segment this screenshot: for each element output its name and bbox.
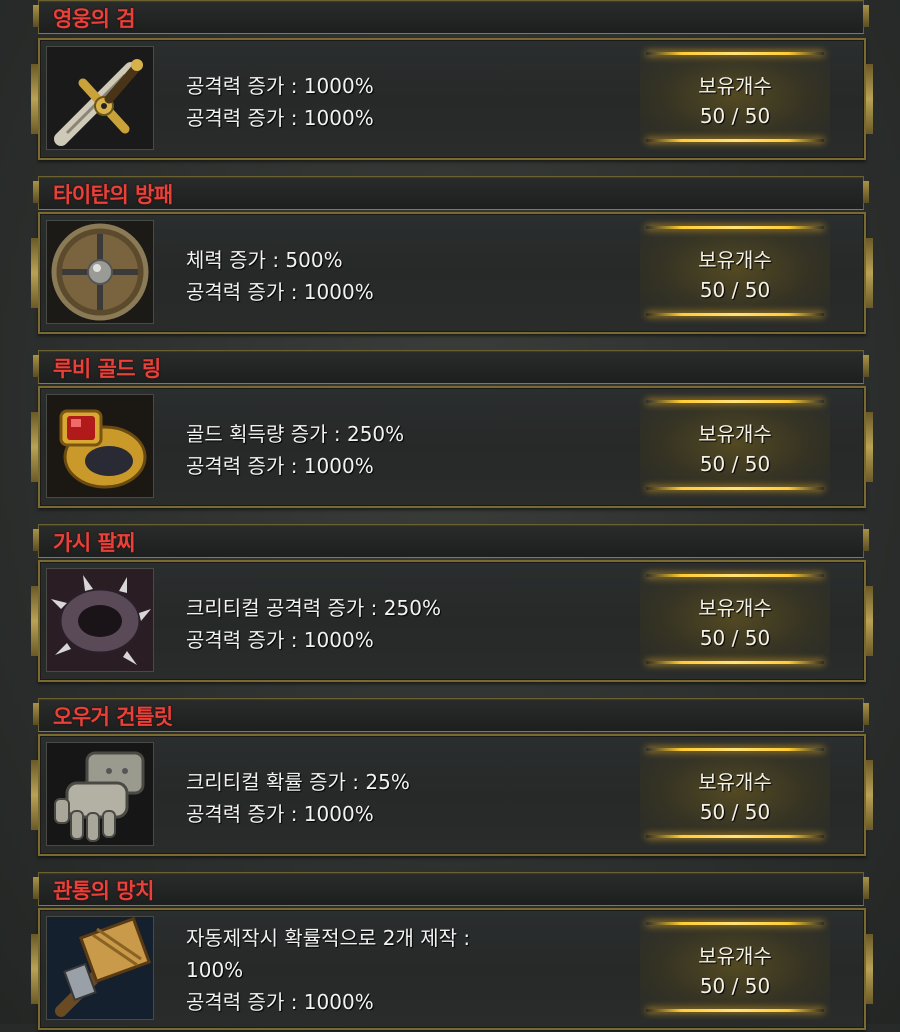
item-name: 관통의 망치 xyxy=(53,879,154,903)
item-stats: 크리티컬 확률 증가 : 25% 공격력 증가 : 1000% xyxy=(186,766,656,830)
equipment-item[interactable]: 영웅의 검 공격력 증가 : 1000% 공격력 증가 : 1000% 보유개수… xyxy=(31,0,873,162)
item-name: 영웅의 검 xyxy=(53,7,136,31)
ring-icon xyxy=(46,394,154,498)
item-title-bar: 영웅의 검 xyxy=(33,0,869,34)
stat-line: 공격력 증가 : 1000% xyxy=(186,74,374,98)
item-stats: 자동제작시 확률적으로 2개 제작 : 100% 공격력 증가 : 1000% xyxy=(186,922,656,1018)
owned-count-value: 50 / 50 xyxy=(699,974,771,998)
stat-line: 크리티컬 공격력 증가 : 250% xyxy=(186,596,441,620)
item-title-bar: 루비 골드 링 xyxy=(33,350,869,384)
owned-count-label: 보유개수 xyxy=(698,74,772,98)
owned-count-box: 보유개수 50 / 50 xyxy=(640,744,830,840)
shield-icon xyxy=(46,220,154,324)
owned-count-box: 보유개수 50 / 50 xyxy=(640,48,830,144)
owned-count-box: 보유개수 50 / 50 xyxy=(640,396,830,492)
gauntlet-icon xyxy=(46,742,154,846)
item-panel: 공격력 증가 : 1000% 공격력 증가 : 1000% 보유개수 50 / … xyxy=(31,38,873,160)
owned-count-label: 보유개수 xyxy=(698,596,772,620)
stat-line: 골드 획득량 증가 : 250% xyxy=(186,422,405,446)
item-panel: 체력 증가 : 500% 공격력 증가 : 1000% 보유개수 50 / 50 xyxy=(31,212,873,334)
equipment-item[interactable]: 타이탄의 방패 체력 증가 : 500% 공격력 증가 : 1000% 보유개수… xyxy=(31,176,873,336)
owned-count-box: 보유개수 50 / 50 xyxy=(640,570,830,666)
item-name: 타이탄의 방패 xyxy=(53,183,173,207)
stat-line: 공격력 증가 : 1000% xyxy=(186,106,374,130)
spiked-bracelet-icon xyxy=(46,568,154,672)
owned-count-label: 보유개수 xyxy=(698,248,772,272)
owned-count-value: 50 / 50 xyxy=(699,104,771,128)
equipment-item[interactable]: 루비 골드 링 골드 획득량 증가 : 250% 공격력 증가 : 1000% … xyxy=(31,350,873,510)
item-panel: 크리티컬 확률 증가 : 25% 공격력 증가 : 1000% 보유개수 50 … xyxy=(31,734,873,856)
stat-line: 체력 증가 : 500% xyxy=(186,248,343,272)
item-stats: 공격력 증가 : 1000% 공격력 증가 : 1000% xyxy=(186,70,656,134)
item-stats: 골드 획득량 증가 : 250% 공격력 증가 : 1000% xyxy=(186,418,656,482)
owned-count-value: 50 / 50 xyxy=(699,626,771,650)
item-name: 루비 골드 링 xyxy=(53,357,161,381)
equipment-item[interactable]: 가시 팔찌 크리티컬 공격력 증가 : 250% 공격력 증가 : 1000% … xyxy=(31,524,873,684)
sword-icon xyxy=(46,46,154,150)
owned-count-label: 보유개수 xyxy=(698,944,772,968)
item-stats: 체력 증가 : 500% 공격력 증가 : 1000% xyxy=(186,244,656,308)
stat-line: 공격력 증가 : 1000% xyxy=(186,628,374,652)
item-name: 가시 팔찌 xyxy=(53,531,136,555)
item-name: 오우거 건틀릿 xyxy=(53,705,173,729)
item-panel: 자동제작시 확률적으로 2개 제작 : 100% 공격력 증가 : 1000% … xyxy=(31,908,873,1030)
owned-count-label: 보유개수 xyxy=(698,770,772,794)
hammer-icon xyxy=(46,916,154,1020)
equipment-item[interactable]: 관통의 망치 자동제작시 확률적으로 2개 제작 : 100% 공격력 증가 :… xyxy=(31,872,873,1032)
stat-line: 공격력 증가 : 1000% xyxy=(186,990,374,1014)
item-panel: 골드 획득량 증가 : 250% 공격력 증가 : 1000% 보유개수 50 … xyxy=(31,386,873,508)
equipment-list: 영웅의 검 공격력 증가 : 1000% 공격력 증가 : 1000% 보유개수… xyxy=(0,0,900,1030)
stat-line: 자동제작시 확률적으로 2개 제작 : xyxy=(186,926,471,950)
item-panel: 크리티컬 공격력 증가 : 250% 공격력 증가 : 1000% 보유개수 5… xyxy=(31,560,873,682)
stat-line: 공격력 증가 : 1000% xyxy=(186,454,374,478)
stat-line: 크리티컬 확률 증가 : 25% xyxy=(186,770,410,794)
owned-count-box: 보유개수 50 / 50 xyxy=(640,918,830,1014)
item-stats: 크리티컬 공격력 증가 : 250% 공격력 증가 : 1000% xyxy=(186,592,656,656)
item-title-bar: 타이탄의 방패 xyxy=(33,176,869,210)
item-title-bar: 관통의 망치 xyxy=(33,872,869,906)
item-title-bar: 가시 팔찌 xyxy=(33,524,869,558)
owned-count-value: 50 / 50 xyxy=(699,452,771,476)
stat-line: 공격력 증가 : 1000% xyxy=(186,280,374,304)
owned-count-label: 보유개수 xyxy=(698,422,772,446)
stat-line: 공격력 증가 : 1000% xyxy=(186,802,374,826)
owned-count-value: 50 / 50 xyxy=(699,800,771,824)
owned-count-box: 보유개수 50 / 50 xyxy=(640,222,830,318)
stat-line: 100% xyxy=(186,958,244,982)
item-title-bar: 오우거 건틀릿 xyxy=(33,698,869,732)
owned-count-value: 50 / 50 xyxy=(699,278,771,302)
equipment-item[interactable]: 오우거 건틀릿 크리티컬 확률 증가 : 25% 공격력 증가 : 1000% … xyxy=(31,698,873,858)
